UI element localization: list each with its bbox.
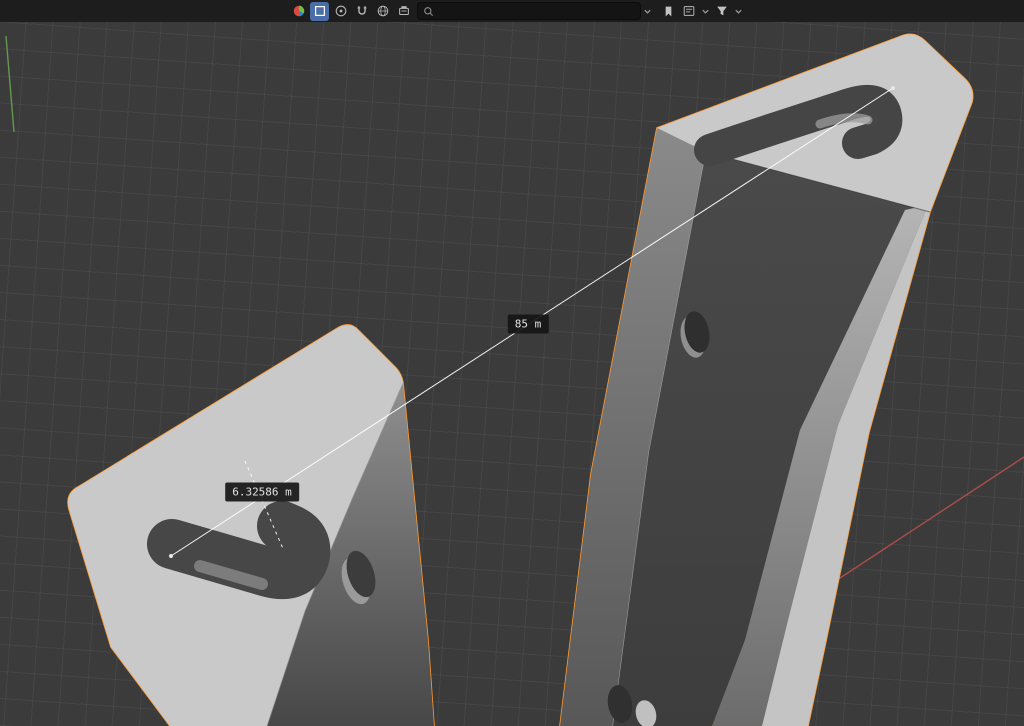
bookmark-icon[interactable] bbox=[659, 2, 678, 21]
display-mode-icon[interactable] bbox=[679, 2, 698, 21]
viewport-canvas[interactable] bbox=[0, 0, 1024, 726]
viewport-header bbox=[0, 0, 1024, 22]
blender-window: 6.32586 m 85 m bbox=[0, 0, 1024, 726]
ruler-endpoint-start[interactable] bbox=[169, 554, 173, 558]
editor-type-icon[interactable] bbox=[289, 2, 308, 21]
search-field[interactable] bbox=[417, 2, 641, 20]
y-axis-line bbox=[6, 36, 14, 132]
filter-funnel-icon[interactable] bbox=[712, 2, 731, 21]
proportional-editing-icon[interactable] bbox=[331, 2, 350, 21]
search-input[interactable] bbox=[438, 4, 635, 19]
ruler-segment-label: 6.32586 m bbox=[225, 483, 299, 502]
search-options-chevron-icon[interactable] bbox=[641, 2, 653, 21]
annotate-icon[interactable] bbox=[394, 2, 413, 21]
display-mode-chevron-icon[interactable] bbox=[699, 2, 711, 21]
left-bracket-object[interactable] bbox=[68, 325, 434, 726]
snapping-icon[interactable] bbox=[352, 2, 371, 21]
select-box-tool-icon[interactable] bbox=[310, 2, 329, 21]
right-bracket-object[interactable] bbox=[560, 34, 973, 726]
ruler-total-label: 85 m bbox=[508, 315, 549, 334]
ruler-endpoint-end[interactable] bbox=[891, 86, 895, 90]
filter-chevron-icon[interactable] bbox=[732, 2, 744, 21]
orientation-icon[interactable] bbox=[373, 2, 392, 21]
search-icon bbox=[423, 6, 434, 17]
